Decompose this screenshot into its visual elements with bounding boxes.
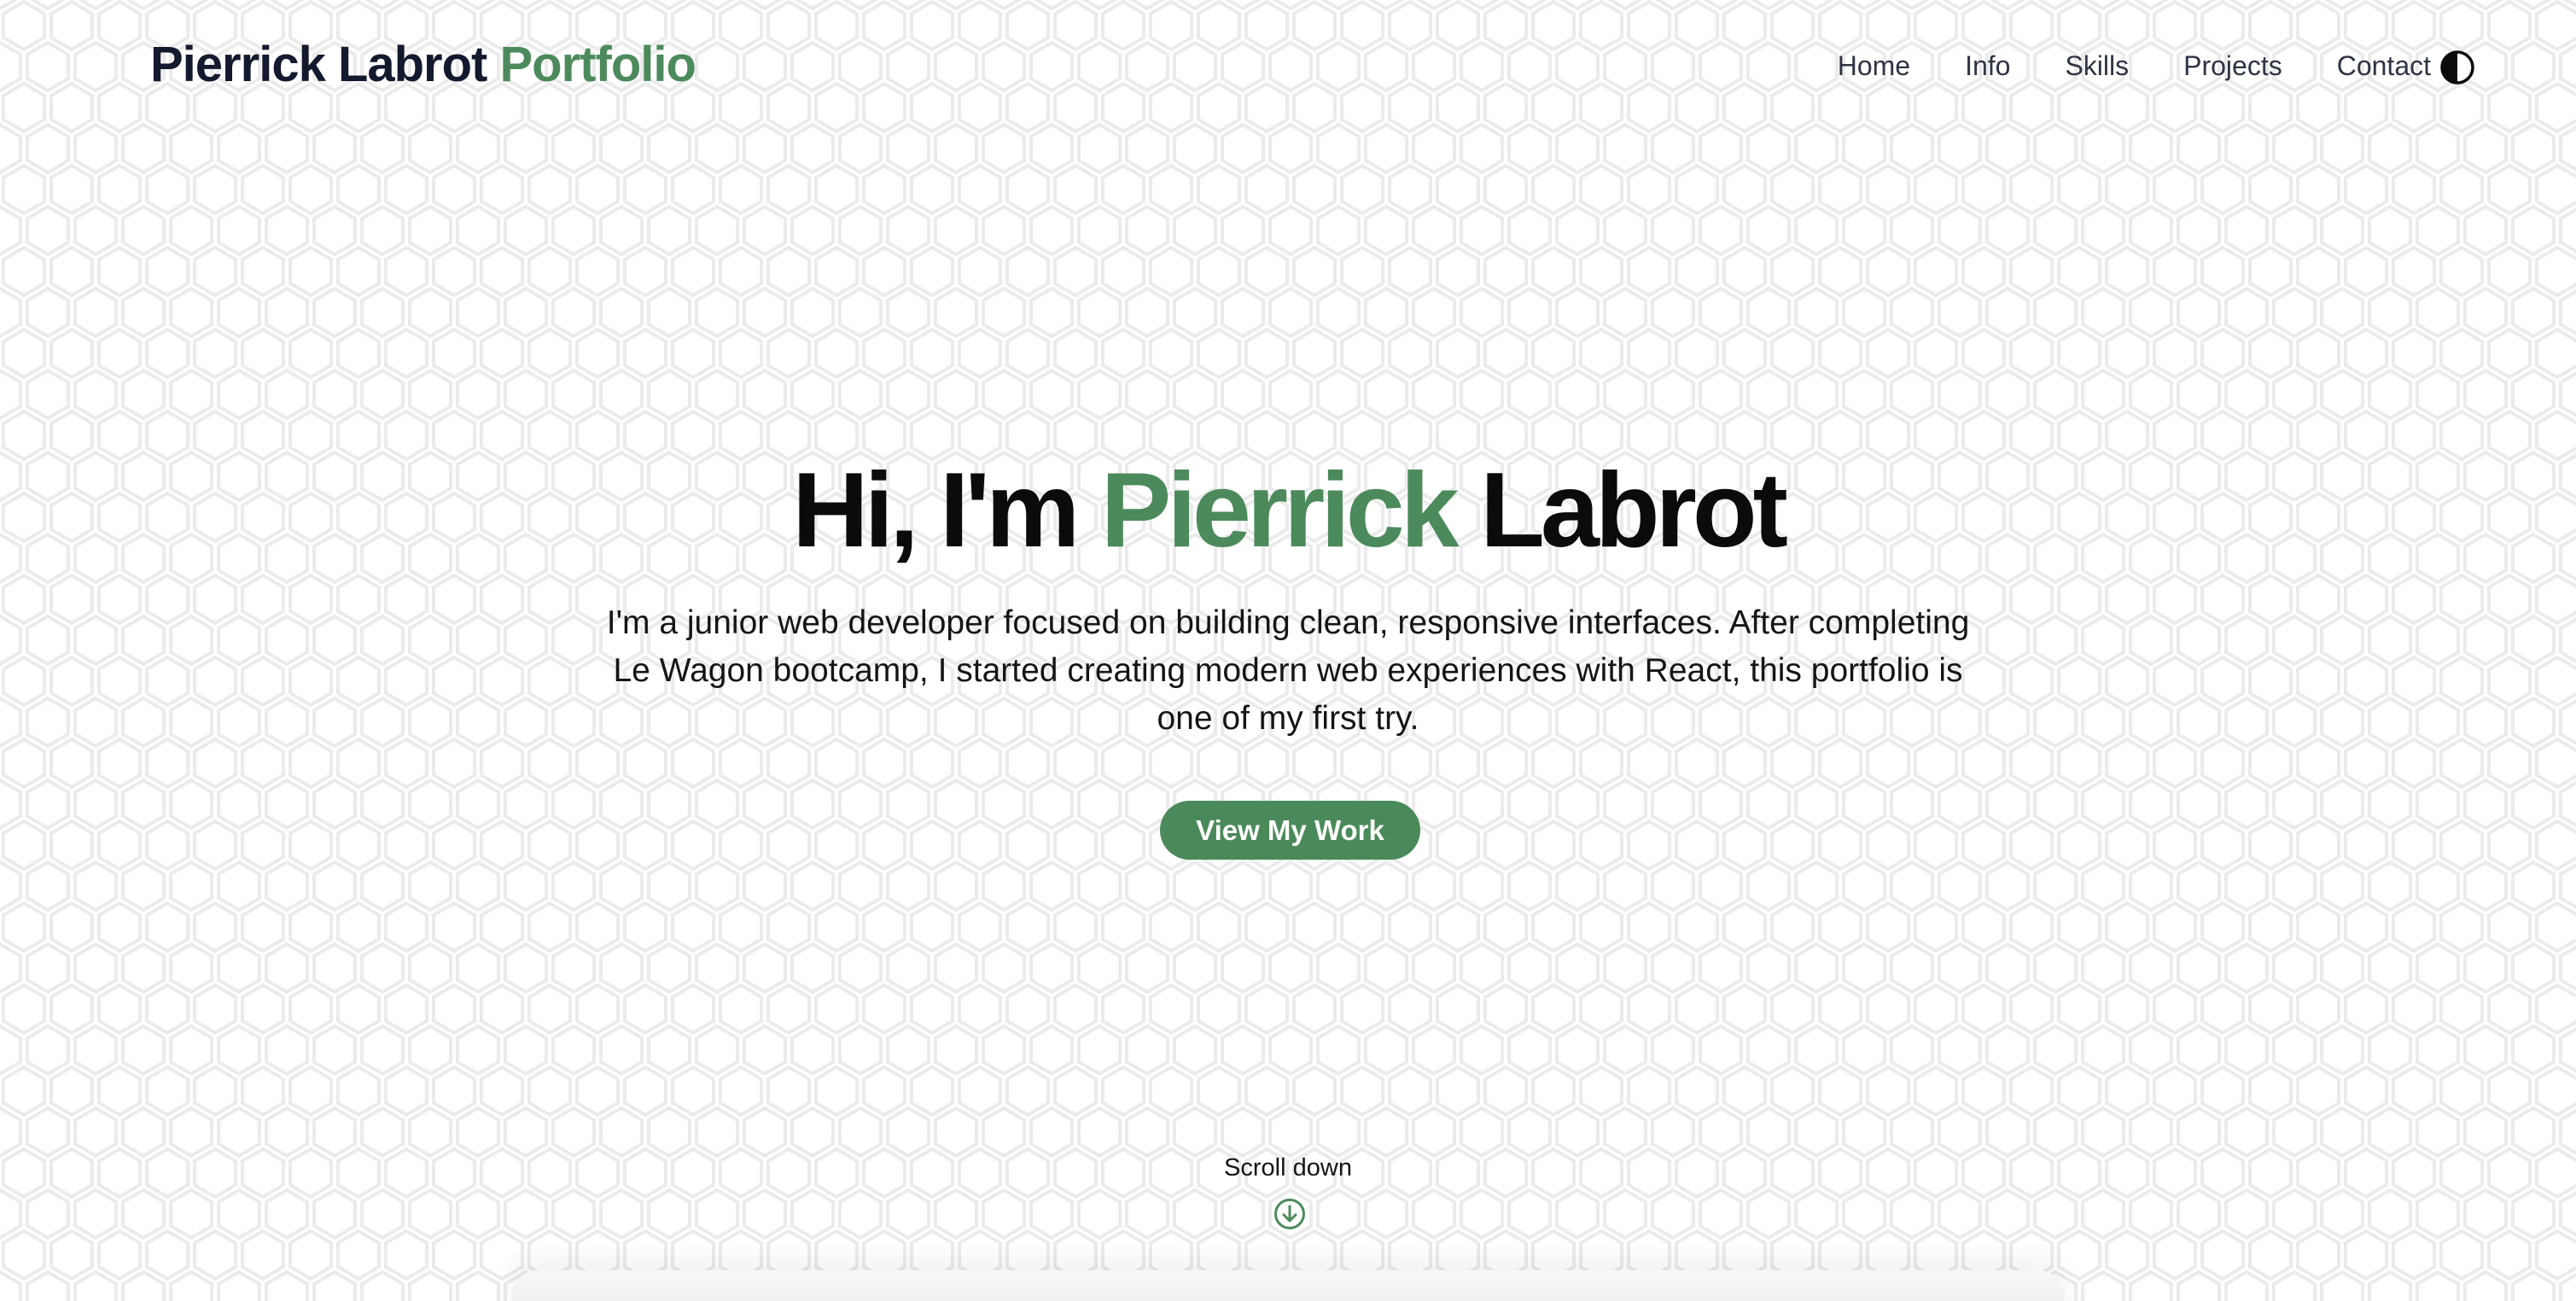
nav-link-contact[interactable]: Contact <box>2337 44 2431 87</box>
hero-greeting: Hi, I'm <box>792 452 1080 569</box>
brand-logo[interactable]: Pierrick Labrot Portfolio <box>150 34 696 96</box>
next-section-card <box>512 1270 2064 1301</box>
view-my-work-button[interactable]: View My Work <box>1160 801 1420 860</box>
hero-first-name: Pierrick <box>1100 452 1460 569</box>
nav-link-skills[interactable]: Skills <box>2065 44 2129 87</box>
scroll-down-label: Scroll down <box>1224 1154 1352 1181</box>
hero-description: I'm a junior web developer focused on bu… <box>606 604 1970 737</box>
arrow-down-circle-icon[interactable] <box>1273 1198 1306 1230</box>
hero-last-name: Labrot <box>1480 452 1788 569</box>
navbar: Pierrick Labrot Portfolio Home Info Skil… <box>0 0 2576 131</box>
hero-title: Hi, I'm Pierrick Labrot <box>0 451 2576 570</box>
contrast-half-circle-icon[interactable] <box>2439 50 2475 85</box>
brand-accent: Portfolio <box>499 37 696 92</box>
nav-link-info[interactable]: Info <box>1965 44 2010 87</box>
nav-menu: Home Info Skills Projects Contact <box>1838 44 2431 87</box>
nav-link-projects[interactable]: Projects <box>2183 44 2282 87</box>
nav-link-home[interactable]: Home <box>1838 44 1910 87</box>
brand-name: Pierrick Labrot <box>150 37 487 92</box>
